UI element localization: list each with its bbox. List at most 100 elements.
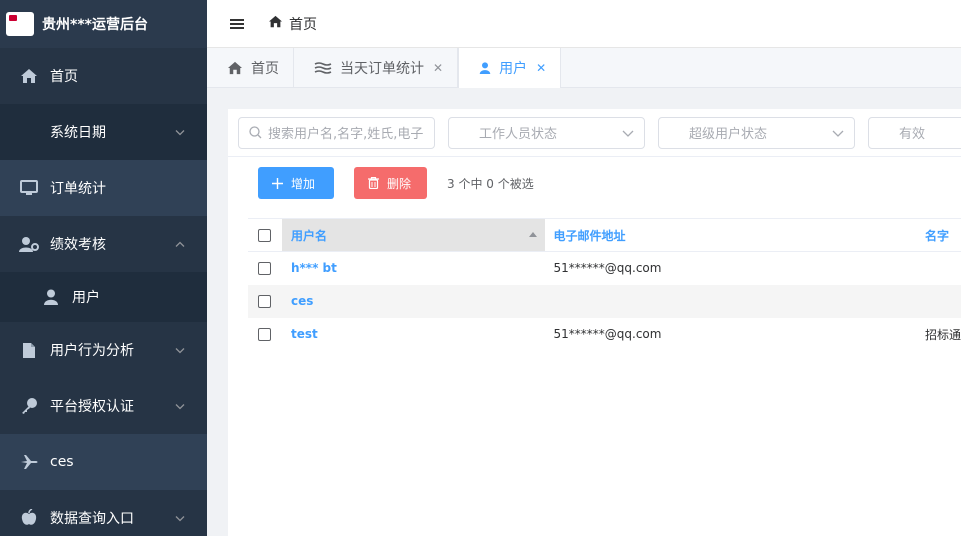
add-button[interactable]: 增加 xyxy=(258,167,334,199)
select-placeholder: 工作人员状态 xyxy=(479,127,558,142)
row-checkbox[interactable] xyxy=(258,295,271,308)
search-input[interactable]: 搜索用户名,名字,姓氏,电子 xyxy=(238,116,435,149)
row-checkbox[interactable] xyxy=(258,328,271,341)
email-cell: 51******@qq.com xyxy=(553,327,662,341)
column-header-name[interactable]: 名字 xyxy=(915,218,961,252)
delete-button-label: 删除 xyxy=(387,176,412,191)
username-cell[interactable]: ces xyxy=(281,284,545,318)
chevron-down-icon xyxy=(175,126,185,139)
logo-icon xyxy=(6,12,34,36)
staff-status-select[interactable]: 工作人员状态 xyxy=(448,116,645,149)
top-header: 首页 xyxy=(207,0,961,48)
name-cell xyxy=(916,252,961,285)
email-cell xyxy=(544,284,916,318)
sidebar-item-label: 首页 xyxy=(50,69,78,85)
apple-icon xyxy=(18,507,40,529)
tab-label: 当天订单统计 xyxy=(340,61,424,77)
column-header-email[interactable]: 电子邮件地址 xyxy=(544,218,916,252)
selection-info: 3 个中 0 个被选 xyxy=(447,176,534,191)
sidebar-item-label: 系统日期 xyxy=(50,125,106,141)
select-all-checkbox[interactable] xyxy=(258,229,271,242)
user-settings-icon xyxy=(18,233,40,255)
users-table: 用户名 电子邮件地址 名字 h*** bt 51******@qq.com ce… xyxy=(248,218,961,351)
sidebar-item-label: 数据查询入口 xyxy=(50,511,134,527)
key-icon xyxy=(18,395,40,417)
tab-users[interactable]: 用户 ✕ xyxy=(458,48,562,88)
sidebar: 贵州***运营后台 首页 系统日期 订单统计 绩效考核 用户 用户行为分析 平台… xyxy=(0,0,207,536)
sidebar-item-home[interactable]: 首页 xyxy=(0,48,207,104)
column-header-username[interactable]: 用户名 xyxy=(281,218,545,252)
toolbar: 增加 删除 3 个中 0 个被选 xyxy=(228,157,961,209)
row-checkbox-cell xyxy=(248,318,282,351)
select-placeholder: 有效 xyxy=(899,127,926,142)
filter-bar: 搜索用户名,名字,姓氏,电子 工作人员状态 超级用户状态 有效 xyxy=(228,109,961,157)
select-placeholder: 超级用户状态 xyxy=(689,127,768,142)
chevron-down-icon xyxy=(175,344,185,357)
hamburger-icon[interactable] xyxy=(230,17,244,31)
sidebar-item-label: 用户 xyxy=(72,290,100,306)
sidebar-item-label: 用户行为分析 xyxy=(50,343,134,359)
home-icon xyxy=(268,15,283,32)
username-cell[interactable]: h*** bt xyxy=(282,252,545,285)
table-row: h*** bt 51******@qq.com xyxy=(248,252,961,285)
search-icon xyxy=(249,126,262,139)
brand: 贵州***运营后台 xyxy=(0,0,207,48)
brand-title: 贵州***运营后台 xyxy=(42,17,148,33)
chevron-down-icon xyxy=(832,127,844,142)
sidebar-item-system-date[interactable]: 系统日期 xyxy=(0,104,207,160)
user-icon xyxy=(479,61,491,75)
column-header-label: 电子邮件地址 xyxy=(553,228,626,243)
monitor-icon xyxy=(18,177,40,199)
plane-icon xyxy=(18,451,40,473)
sidebar-item-auth[interactable]: 平台授权认证 xyxy=(0,378,207,434)
chevron-down-icon xyxy=(175,400,185,413)
username-cell[interactable]: test xyxy=(282,318,545,351)
add-button-label: 增加 xyxy=(291,176,316,191)
email-cell: 51******@qq.com xyxy=(553,261,662,276)
breadcrumb: 首页 xyxy=(268,14,317,34)
sidebar-item-ces[interactable]: ces xyxy=(0,434,207,490)
close-icon[interactable]: ✕ xyxy=(433,61,443,75)
table-header-row: 用户名 电子邮件地址 名字 xyxy=(248,218,961,252)
column-header-label: 用户名 xyxy=(290,228,327,243)
trash-icon xyxy=(368,177,379,189)
table-row: test 51******@qq.com 招标通 xyxy=(248,318,961,351)
file-icon xyxy=(18,339,40,361)
delete-button[interactable]: 删除 xyxy=(354,167,427,199)
row-checkbox-cell xyxy=(248,252,282,285)
chevron-down-icon xyxy=(622,127,634,142)
tab-home[interactable]: 首页 xyxy=(207,48,294,88)
sidebar-item-order-stats[interactable]: 订单统计 xyxy=(0,160,207,216)
active-select[interactable]: 有效 xyxy=(868,116,961,149)
column-header-label: 名字 xyxy=(924,228,949,243)
home-icon xyxy=(18,65,40,87)
main-panel: 搜索用户名,名字,姓氏,电子 工作人员状态 超级用户状态 有效 增加 删除 3 … xyxy=(228,109,961,536)
name-cell: 招标通 xyxy=(924,327,961,342)
superuser-status-select[interactable]: 超级用户状态 xyxy=(658,116,855,149)
user-icon xyxy=(40,286,62,308)
tab-daily-orders[interactable]: 当天订单统计 ✕ xyxy=(294,48,459,88)
row-checkbox-cell xyxy=(248,284,282,318)
plus-icon xyxy=(272,177,283,189)
sort-asc-icon xyxy=(528,232,537,237)
chevron-up-icon xyxy=(175,238,185,251)
sidebar-item-data-query[interactable]: 数据查询入口 xyxy=(0,490,207,536)
row-checkbox[interactable] xyxy=(258,262,271,276)
sidebar-item-label: 订单统计 xyxy=(50,181,106,197)
name-cell xyxy=(915,284,961,318)
tab-bar: 首页 当天订单统计 ✕ 用户 ✕ xyxy=(207,48,961,88)
chevron-down-icon xyxy=(175,512,185,525)
sidebar-item-performance[interactable]: 绩效考核 xyxy=(0,216,207,272)
sidebar-item-behavior[interactable]: 用户行为分析 xyxy=(0,322,207,378)
select-all-cell xyxy=(248,218,282,252)
tab-label: 用户 xyxy=(499,61,528,77)
sidebar-item-users[interactable]: 用户 xyxy=(0,272,207,322)
close-icon[interactable]: ✕ xyxy=(536,61,546,75)
sidebar-item-label: 平台授权认证 xyxy=(50,399,134,415)
breadcrumb-item[interactable]: 首页 xyxy=(289,14,317,34)
tab-label: 首页 xyxy=(251,61,279,77)
sidebar-item-label: 绩效考核 xyxy=(50,237,106,253)
search-placeholder: 搜索用户名,名字,姓氏,电子 xyxy=(268,127,424,142)
table-row: ces xyxy=(248,284,961,318)
sidebar-item-label: ces xyxy=(50,454,74,470)
